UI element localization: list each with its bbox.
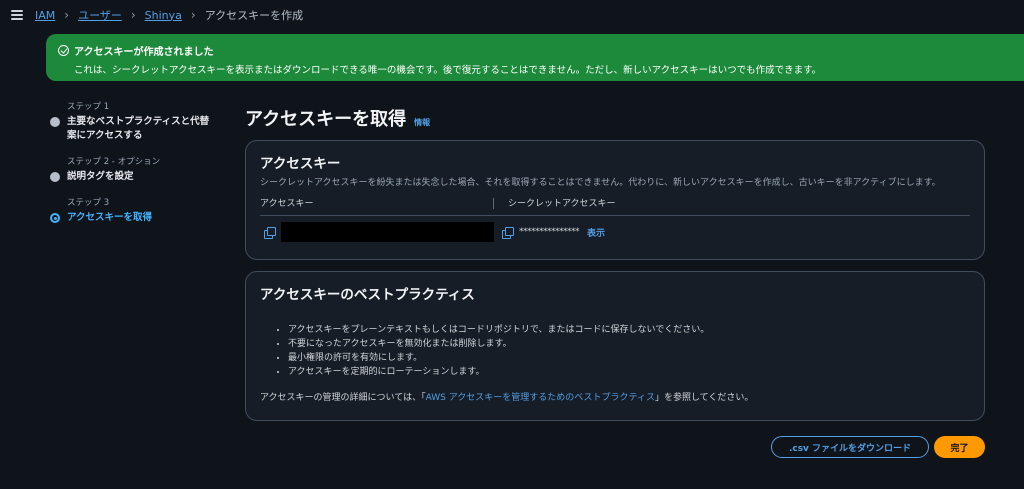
more-info-suffix: 」を参照してください。 xyxy=(654,393,754,403)
page-title: アクセスキーを取得 xyxy=(245,109,407,130)
wizard-steps: ステップ 1 主要なベストプラクティスと代替案にアクセスする ステップ 2 - … xyxy=(48,100,228,237)
access-key-card: アクセスキー シークレットアクセスキーを紛失または失念した場合、それを取得するこ… xyxy=(245,140,985,260)
step-number: ステップ 2 - オプション xyxy=(67,157,161,167)
step-complete-icon xyxy=(50,117,60,127)
breadcrumb-iam[interactable]: IAM xyxy=(35,9,55,22)
top-navigation: IAM › ユーザー › Shinya › アクセスキーを作成 xyxy=(0,0,1024,30)
done-button[interactable]: 完了 xyxy=(934,436,985,458)
breadcrumb-current: アクセスキーを作成 xyxy=(204,9,304,22)
list-item: 最小権限の許可を有効にします。 xyxy=(288,351,970,365)
chevron-right-icon: › xyxy=(130,8,136,22)
breadcrumb-user[interactable]: Shinya xyxy=(145,9,182,22)
access-key-value-cell xyxy=(260,222,494,242)
breadcrumb-users[interactable]: ユーザー xyxy=(78,7,122,23)
step-title: 説明タグを設定 xyxy=(67,171,134,182)
secret-key-column: シークレットアクセスキー xyxy=(494,196,616,209)
chevron-right-icon: › xyxy=(64,8,70,22)
step-current-icon xyxy=(50,213,60,223)
secret-key-value-cell: *************** 表示 xyxy=(498,226,605,239)
chevron-right-icon: › xyxy=(190,8,196,22)
flash-message: これは、シークレットアクセスキーを表示またはダウンロードできる唯一の機会です。後… xyxy=(74,65,822,76)
step-1: ステップ 1 主要なベストプラクティスと代替案にアクセスする xyxy=(48,100,228,143)
copy-icon[interactable] xyxy=(264,226,276,239)
step-3: ステップ 3 アクセスキーを取得 xyxy=(48,196,228,225)
step-number: ステップ 3 xyxy=(67,198,110,208)
step-title: アクセスキーを取得 xyxy=(67,212,153,223)
list-item: アクセスキーをプレーンテキストもしくはコードリポジトリで、またはコードに保存しな… xyxy=(288,323,970,337)
more-info-prefix: アクセスキーの管理の詳細については、「 xyxy=(260,393,426,403)
show-secret-link[interactable]: 表示 xyxy=(587,226,605,239)
success-flash: アクセスキーが作成されました これは、シークレットアクセスキーを表示またはダウン… xyxy=(46,34,1024,81)
check-circle-icon xyxy=(58,45,69,56)
card-description: シークレットアクセスキーを紛失または失念した場合、それを取得することはできません… xyxy=(260,178,941,188)
flash-title: アクセスキーが作成されました xyxy=(74,47,214,58)
list-item: アクセスキーを定期的にローテーションします。 xyxy=(288,365,970,379)
info-link[interactable]: 情報 xyxy=(414,117,430,128)
copy-icon[interactable] xyxy=(502,226,514,239)
secret-key-label: シークレットアクセスキー xyxy=(508,199,616,209)
access-key-column: アクセスキー xyxy=(260,196,494,209)
card-title: アクセスキーのベストプラクティス xyxy=(260,287,475,303)
step-title: 主要なベストプラクティスと代替案にアクセスする xyxy=(67,116,210,141)
page-title-container: アクセスキーを取得 情報 xyxy=(245,105,430,131)
secret-key-mask: *************** xyxy=(519,227,580,237)
best-practices-list: アクセスキーをプレーンテキストもしくはコードリポジトリで、またはコードに保存しな… xyxy=(260,323,970,379)
step-complete-icon xyxy=(50,172,60,182)
key-values-row: *************** 表示 xyxy=(260,222,970,242)
divider xyxy=(260,215,970,216)
flash-header: アクセスキーが作成されました xyxy=(58,43,1024,58)
menu-icon[interactable] xyxy=(11,10,23,20)
access-key-label: アクセスキー xyxy=(260,199,314,209)
card-title: アクセスキー xyxy=(260,156,341,172)
download-csv-button[interactable]: .csv ファイルをダウンロード xyxy=(771,436,929,458)
step-2: ステップ 2 - オプション 説明タグを設定 xyxy=(48,155,228,184)
key-columns-header: アクセスキー シークレットアクセスキー xyxy=(260,196,970,209)
list-item: 不要になったアクセスキーを無効化または削除します。 xyxy=(288,337,970,351)
step-number: ステップ 1 xyxy=(67,102,110,112)
redacted-access-key xyxy=(280,222,494,242)
more-info-text: アクセスキーの管理の詳細については、「AWS アクセスキーを管理するためのベスト… xyxy=(260,390,970,403)
best-practices-link[interactable]: AWS アクセスキーを管理するためのベストプラクティス xyxy=(426,393,655,403)
best-practices-card: アクセスキーのベストプラクティス アクセスキーをプレーンテキストもしくはコードリ… xyxy=(245,271,985,421)
